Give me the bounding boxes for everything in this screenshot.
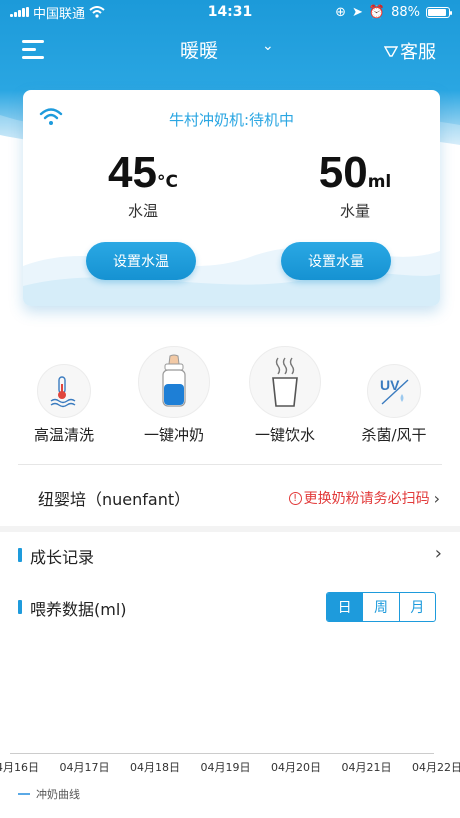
chevron-right-icon: › xyxy=(434,543,442,564)
period-tabs: 日 周 月 xyxy=(326,592,436,622)
feeding-data-title: 喂养数据(ml) xyxy=(30,600,127,619)
scan-reminder[interactable]: ! 更换奶粉请务必扫码 › xyxy=(288,488,440,508)
nav-bar: 暖暖 ⌄ 客服 xyxy=(0,30,460,70)
x-tick-label: 04月20日 xyxy=(271,761,321,774)
temperature-label: 水温 xyxy=(127,202,158,220)
tab-day[interactable]: 日 xyxy=(327,593,363,621)
menu-icon[interactable] xyxy=(22,40,44,60)
chevron-right-icon: › xyxy=(433,488,440,508)
formula-brand-row[interactable]: 纽婴培（nuenfant） ! 更换奶粉请务必扫码 › xyxy=(0,472,460,522)
function-one-key-milk[interactable]: 一键冲奶 xyxy=(124,346,224,445)
volume-value: 50 xyxy=(318,148,368,197)
device-selector[interactable]: 暖暖 xyxy=(180,36,218,63)
alarm-icon: ⏰ xyxy=(368,4,386,20)
status-bar: 中国联通 14:31 ⊕ ➤ ⏰ 88% xyxy=(0,0,460,24)
x-tick-label: 04月21日 xyxy=(341,761,392,774)
thermometer-waves-icon xyxy=(37,364,91,418)
legend-swatch xyxy=(18,793,30,795)
uv-sterilize-icon: UV xyxy=(367,364,421,418)
formula-brand-name: 纽婴培（nuenfant） xyxy=(38,490,191,509)
customer-service-button[interactable]: 客服 xyxy=(384,38,436,64)
chevron-down-icon[interactable]: ⌄ xyxy=(262,38,274,54)
battery-icon xyxy=(426,6,452,18)
device-card: 牛村冲奶机:待机中 45°C 水温 50ml 水量 设置水温 设置水量 xyxy=(23,90,440,306)
section-divider xyxy=(0,526,460,532)
function-sterilize-dry[interactable]: UV 杀菌/风干 xyxy=(344,346,444,445)
volume-reading: 50ml 水量 xyxy=(315,148,395,221)
chart-legend: 冲奶曲线 xyxy=(18,786,80,802)
x-tick-label: 04月17日 xyxy=(59,761,110,774)
x-tick-label: 04月16日 xyxy=(0,761,39,774)
feeding-chart: 冲奶曲线 04月16日 04月17日 04月18日 04月19日 04月20日 04月21… xyxy=(0,640,460,802)
set-temperature-button[interactable]: 设置水温 xyxy=(86,242,196,280)
location-icon: ➤ xyxy=(352,4,363,20)
headset-icon xyxy=(384,46,398,57)
x-tick-label: 04月22日 xyxy=(412,761,460,774)
water-cup-icon xyxy=(249,346,321,418)
device-status: 牛村冲奶机:待机中 xyxy=(168,111,295,129)
baby-bottle-icon xyxy=(138,346,210,418)
function-label: 杀菌/风干 xyxy=(361,426,427,444)
growth-record-title: 成长记录 xyxy=(30,548,95,567)
battery-fill xyxy=(428,8,446,16)
feeding-data-row: 喂养数据(ml) 日 周 月 xyxy=(0,592,460,622)
volume-label: 水量 xyxy=(339,202,370,220)
orientation-lock-icon: ⊕ xyxy=(335,4,346,20)
tab-month[interactable]: 月 xyxy=(398,593,435,621)
x-axis xyxy=(10,753,434,754)
temperature-reading: 45°C 水温 xyxy=(103,148,183,221)
scan-reminder-text: 更换奶粉请务必扫码 xyxy=(303,491,430,507)
wifi-status-icon xyxy=(89,6,105,18)
x-tick-label: 04月18日 xyxy=(130,761,180,774)
carrier-label: 中国联通 xyxy=(33,6,86,22)
x-tick-label: 04月19日 xyxy=(200,761,251,774)
section-marker xyxy=(18,600,22,614)
battery-percent: 88% xyxy=(391,4,420,20)
growth-record-row[interactable]: 成长记录 › xyxy=(0,540,460,570)
signal-icon xyxy=(10,7,29,17)
legend-label: 冲奶曲线 xyxy=(36,788,80,801)
function-label: 一键冲奶 xyxy=(143,426,204,444)
section-marker xyxy=(18,548,22,562)
function-label: 高温清洗 xyxy=(33,426,94,444)
tab-week[interactable]: 周 xyxy=(362,593,398,621)
alert-icon: ! xyxy=(288,491,302,505)
divider xyxy=(18,464,442,465)
status-time: 14:31 xyxy=(207,4,253,20)
set-volume-button[interactable]: 设置水量 xyxy=(281,242,391,280)
function-one-key-water[interactable]: 一键饮水 xyxy=(235,346,335,445)
function-high-temp-clean[interactable]: 高温清洗 xyxy=(14,346,114,445)
volume-unit: ml xyxy=(367,172,392,192)
function-label: 一键饮水 xyxy=(254,426,315,444)
function-grid: 高温清洗 一键冲奶 一键饮水 UV 杀菌/风干 xyxy=(0,346,460,446)
temperature-unit: °C xyxy=(156,172,178,192)
customer-service-label: 客服 xyxy=(400,42,436,63)
temperature-value: 45 xyxy=(108,148,157,197)
